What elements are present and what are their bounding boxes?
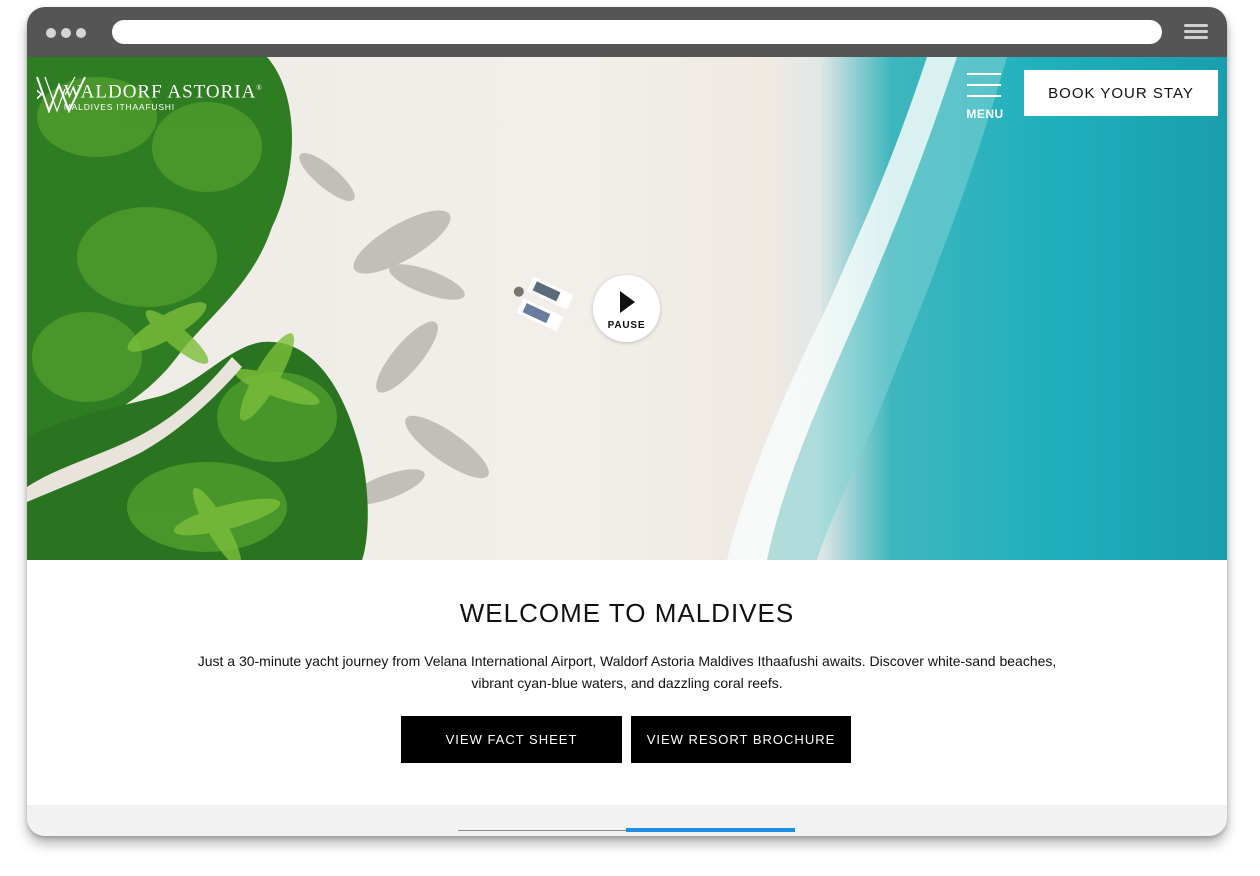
waldorf-monogram-icon xyxy=(36,76,86,113)
window-dot-icon[interactable] xyxy=(61,28,71,38)
welcome-description: Just a 30-minute yacht journey from Vela… xyxy=(127,650,1127,694)
window-dot-icon[interactable] xyxy=(46,28,56,38)
video-pause-button[interactable]: PAUSE xyxy=(593,275,660,342)
registered-mark: ® xyxy=(256,83,263,92)
cta-buttons: VIEW FACT SHEET VIEW RESORT BROCHURE xyxy=(401,716,851,763)
window-controls[interactable] xyxy=(46,28,86,38)
welcome-title: WELCOME TO MALDIVES xyxy=(459,598,795,628)
hero-video: › WALDORF ASTORIA® MALDIVES ITHAAFUSHI M… xyxy=(27,57,1227,560)
view-fact-sheet-button[interactable]: VIEW FACT SHEET xyxy=(401,716,622,763)
menu-icon[interactable] xyxy=(967,73,1001,75)
brand-location: MALDIVES ITHAAFUSHI xyxy=(63,102,175,113)
video-control-label[interactable]: PAUSE xyxy=(593,320,660,331)
carousel-progress-fill xyxy=(626,828,795,832)
address-bar[interactable] xyxy=(112,20,1162,44)
brand-wordmark: WALDORF ASTORIA® MALDIVES ITHAAFUSHI xyxy=(63,78,263,113)
brand-name: WALDORF ASTORIA xyxy=(63,81,257,103)
brand-logo[interactable]: › WALDORF ASTORIA® MALDIVES ITHAAFUSHI xyxy=(35,75,263,115)
welcome-description-line: Just a 30-minute yacht journey from Vela… xyxy=(197,653,1057,669)
book-your-stay-button[interactable]: BOOK YOUR STAY xyxy=(1024,70,1218,116)
hamburger-icon[interactable] xyxy=(1184,24,1208,40)
welcome-description-line: vibrant cyan-blue waters, and dazzling c… xyxy=(471,675,783,691)
view-resort-brochure-button[interactable]: VIEW RESORT BROCHURE xyxy=(631,716,851,763)
browser-toolbar xyxy=(27,7,1227,57)
menu-button[interactable]: MENU xyxy=(965,73,1005,121)
browser-window: › WALDORF ASTORIA® MALDIVES ITHAAFUSHI M… xyxy=(27,7,1227,836)
welcome-section: WELCOME TO MALDIVES Just a 30-minute yac… xyxy=(27,560,1227,805)
menu-label[interactable]: MENU xyxy=(965,107,1005,121)
play-icon[interactable] xyxy=(620,291,635,313)
window-dot-icon[interactable] xyxy=(76,28,86,38)
carousel-strip xyxy=(27,805,1227,836)
carousel-progress-track[interactable] xyxy=(458,828,795,832)
